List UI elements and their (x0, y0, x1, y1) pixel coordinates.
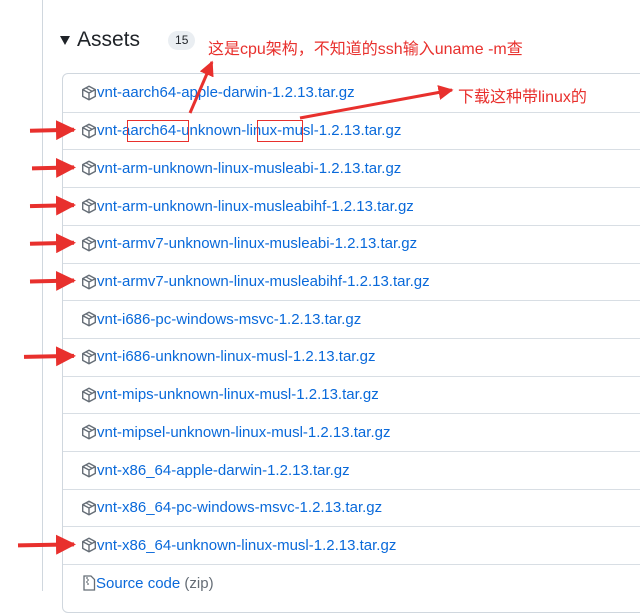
asset-download-link[interactable]: vnt-armv7-unknown-linux-musleabihf-1.2.1… (97, 273, 430, 290)
file-zip-icon (83, 575, 96, 591)
asset-download-link[interactable]: vnt-mips-unknown-linux-musl-1.2.13.tar.g… (97, 386, 379, 403)
asset-download-link[interactable]: vnt-i686-unknown-linux-musl-1.2.13.tar.g… (97, 348, 375, 365)
asset-download-link[interactable]: vnt-arm-unknown-linux-musleabihf-1.2.13.… (97, 198, 414, 215)
triangle-down-icon[interactable] (60, 35, 70, 45)
package-icon (82, 500, 96, 516)
package-icon (82, 537, 96, 553)
package-icon (82, 349, 96, 365)
assets-title: Assets (77, 28, 141, 51)
asset-row: vnt-arm-unknown-linux-musleabi-1.2.13.ta… (63, 149, 640, 186)
asset-row: vnt-mipsel-unknown-linux-musl-1.2.13.tar… (63, 413, 640, 450)
asset-download-link[interactable]: vnt-arm-unknown-linux-musleabi-1.2.13.ta… (97, 160, 401, 177)
asset-row: vnt-armv7-unknown-linux-musleabi-1.2.13.… (63, 224, 640, 262)
assets-header[interactable]: Assets 15 (60, 26, 196, 54)
asset-row: vnt-i686-pc-windows-msvc-1.2.13.tar.gz (63, 300, 640, 337)
package-icon (82, 274, 96, 289)
package-icon (82, 198, 96, 214)
asset-download-link[interactable]: vnt-armv7-unknown-linux-musleabi-1.2.13.… (97, 235, 417, 252)
left-border-line (42, 0, 43, 591)
source-code-row: Source code (zip) (63, 564, 640, 601)
asset-row: vnt-x86_64-unknown-linux-musl-1.2.13.tar… (63, 526, 640, 563)
asset-row: vnt-armv7-unknown-linux-musleabihf-1.2.1… (63, 262, 640, 300)
asset-row: vnt-x86_64-apple-darwin-1.2.13.tar.gz (63, 451, 640, 488)
asset-download-link[interactable]: vnt-x86_64-apple-darwin-1.2.13.tar.gz (97, 462, 350, 479)
asset-row: vnt-x86_64-pc-windows-msvc-1.2.13.tar.gz (63, 488, 640, 526)
asset-row: vnt-aarch64-unknown-linux-musl-1.2.13.ta… (63, 111, 640, 149)
package-icon (82, 462, 96, 478)
download-linux-annotation: 下载这种带linux的 (458, 89, 587, 106)
asset-download-link[interactable]: vnt-x86_64-unknown-linux-musl-1.2.13.tar… (97, 537, 396, 554)
asset-row: vnt-mips-unknown-linux-musl-1.2.13.tar.g… (63, 375, 640, 413)
asset-download-link[interactable]: vnt-x86_64-pc-windows-msvc-1.2.13.tar.gz (97, 499, 382, 516)
asset-download-link[interactable]: vnt-aarch64-unknown-linux-musl-1.2.13.ta… (97, 122, 401, 139)
asset-row: vnt-arm-unknown-linux-musleabihf-1.2.13.… (63, 187, 640, 224)
package-icon (82, 311, 96, 327)
package-icon (82, 160, 96, 176)
source-code-link[interactable]: Source code (zip) (96, 575, 214, 592)
package-icon (82, 387, 96, 403)
package-icon (82, 236, 96, 252)
assets-count-badge: 15 (168, 30, 196, 50)
package-icon (82, 123, 96, 139)
cpu-architecture-annotation: 这是cpu架构，不知道的ssh输入uname -m查 (208, 41, 523, 58)
package-icon (82, 424, 96, 440)
asset-row: vnt-i686-unknown-linux-musl-1.2.13.tar.g… (63, 337, 640, 375)
asset-download-link[interactable]: vnt-aarch64-apple-darwin-1.2.13.tar.gz (97, 84, 355, 101)
package-icon (82, 85, 96, 100)
asset-download-link[interactable]: vnt-i686-pc-windows-msvc-1.2.13.tar.gz (97, 311, 361, 328)
asset-download-link[interactable]: vnt-mipsel-unknown-linux-musl-1.2.13.tar… (97, 424, 390, 441)
